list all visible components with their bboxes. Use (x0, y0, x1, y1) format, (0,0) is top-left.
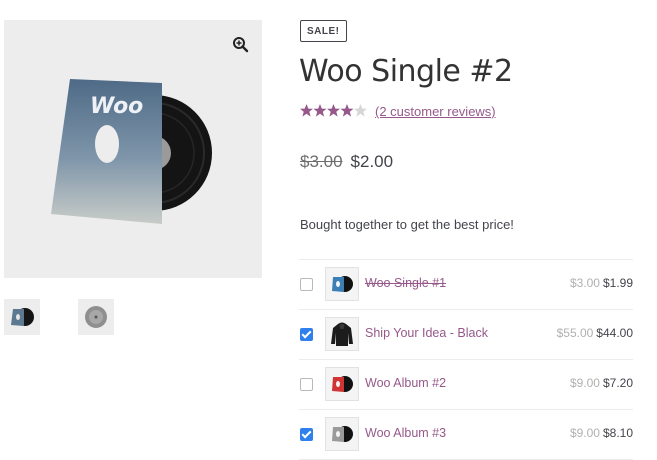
bundle-item-price: $3.00 $1.99 (570, 276, 633, 290)
bundle-item-thumbnail[interactable] (325, 267, 359, 301)
cover-logo-text: Woo (90, 94, 143, 119)
vinyl-red-icon (332, 376, 353, 392)
bundle-item-new-price: $8.10 (602, 426, 633, 440)
product-price: $3.00 $2.00 (300, 152, 393, 172)
vinyl-grey-icon (332, 426, 353, 442)
star-rating (300, 103, 368, 121)
bundle-item-new-price: $1.99 (602, 276, 633, 290)
bundle-item-old-price: $3.00 (569, 276, 600, 290)
bundle-item-name[interactable]: Ship Your Idea - Black (365, 326, 488, 340)
regular-price: $3.00 (300, 152, 343, 171)
bundle-item-name[interactable]: Woo Album #2 (365, 376, 446, 390)
bundle-item-new-price: $44.00 (596, 326, 633, 340)
bundle-item-new-price: $7.20 (602, 376, 633, 390)
rating-stars-icon (300, 104, 367, 117)
magnifier-zoom-icon[interactable] (230, 34, 252, 56)
sale-badge: SALE! (300, 20, 347, 42)
bundle-item: Woo Album #2 $9.00 $7.20 (299, 359, 633, 409)
vinyl-album-image: Woo (51, 79, 212, 224)
bundle-item-name[interactable]: Woo Single #1 (365, 276, 446, 290)
bundle-item: Ship Your Idea - Black $55.00 $44.00 (299, 309, 633, 359)
sale-price: $2.00 (350, 152, 394, 171)
bundle-item: Woo Single #1 $3.00 $1.99 (299, 259, 633, 309)
vinyl-label-icon (85, 306, 107, 328)
bundle-product-list: Woo Single #1 $3.00 $1.99 Ship Your Idea … (299, 259, 633, 460)
bundle-item-price: $9.00 $8.10 (570, 426, 633, 440)
gallery-thumbnail-1[interactable] (4, 299, 40, 335)
bundle-item-price: $9.00 $7.20 (570, 376, 633, 390)
bundle-item-checkbox[interactable] (300, 328, 313, 341)
customer-reviews-link[interactable]: (2 customer reviews) (375, 104, 496, 119)
bundle-item: Woo Album #3 $9.00 $8.10 (299, 409, 633, 460)
bundle-item-checkbox[interactable] (300, 428, 313, 441)
bundle-item-checkbox[interactable] (300, 278, 313, 291)
product-title: Woo Single #2 (299, 54, 513, 89)
product-main-image[interactable]: Woo (4, 20, 262, 278)
bundle-item-thumbnail[interactable] (325, 367, 359, 401)
bundle-item-checkbox[interactable] (300, 378, 313, 391)
bundle-item-old-price: $9.00 (569, 376, 600, 390)
hoodie-icon (331, 322, 353, 346)
bundle-item-old-price: $55.00 (556, 326, 594, 340)
gallery-thumbnail-2[interactable] (78, 299, 114, 335)
bundle-item-thumbnail[interactable] (325, 417, 359, 451)
bundle-item-thumbnail[interactable] (325, 317, 359, 351)
bundle-item-price: $55.00 $44.00 (557, 326, 633, 340)
bundle-intro-text: Bought together to get the best price! (300, 217, 514, 232)
vinyl-blue-icon (332, 276, 353, 292)
bundle-item-name[interactable]: Woo Album #3 (365, 426, 446, 440)
bundle-item-old-price: $9.00 (569, 426, 600, 440)
vinyl-thumbnail-icon (11, 308, 34, 326)
